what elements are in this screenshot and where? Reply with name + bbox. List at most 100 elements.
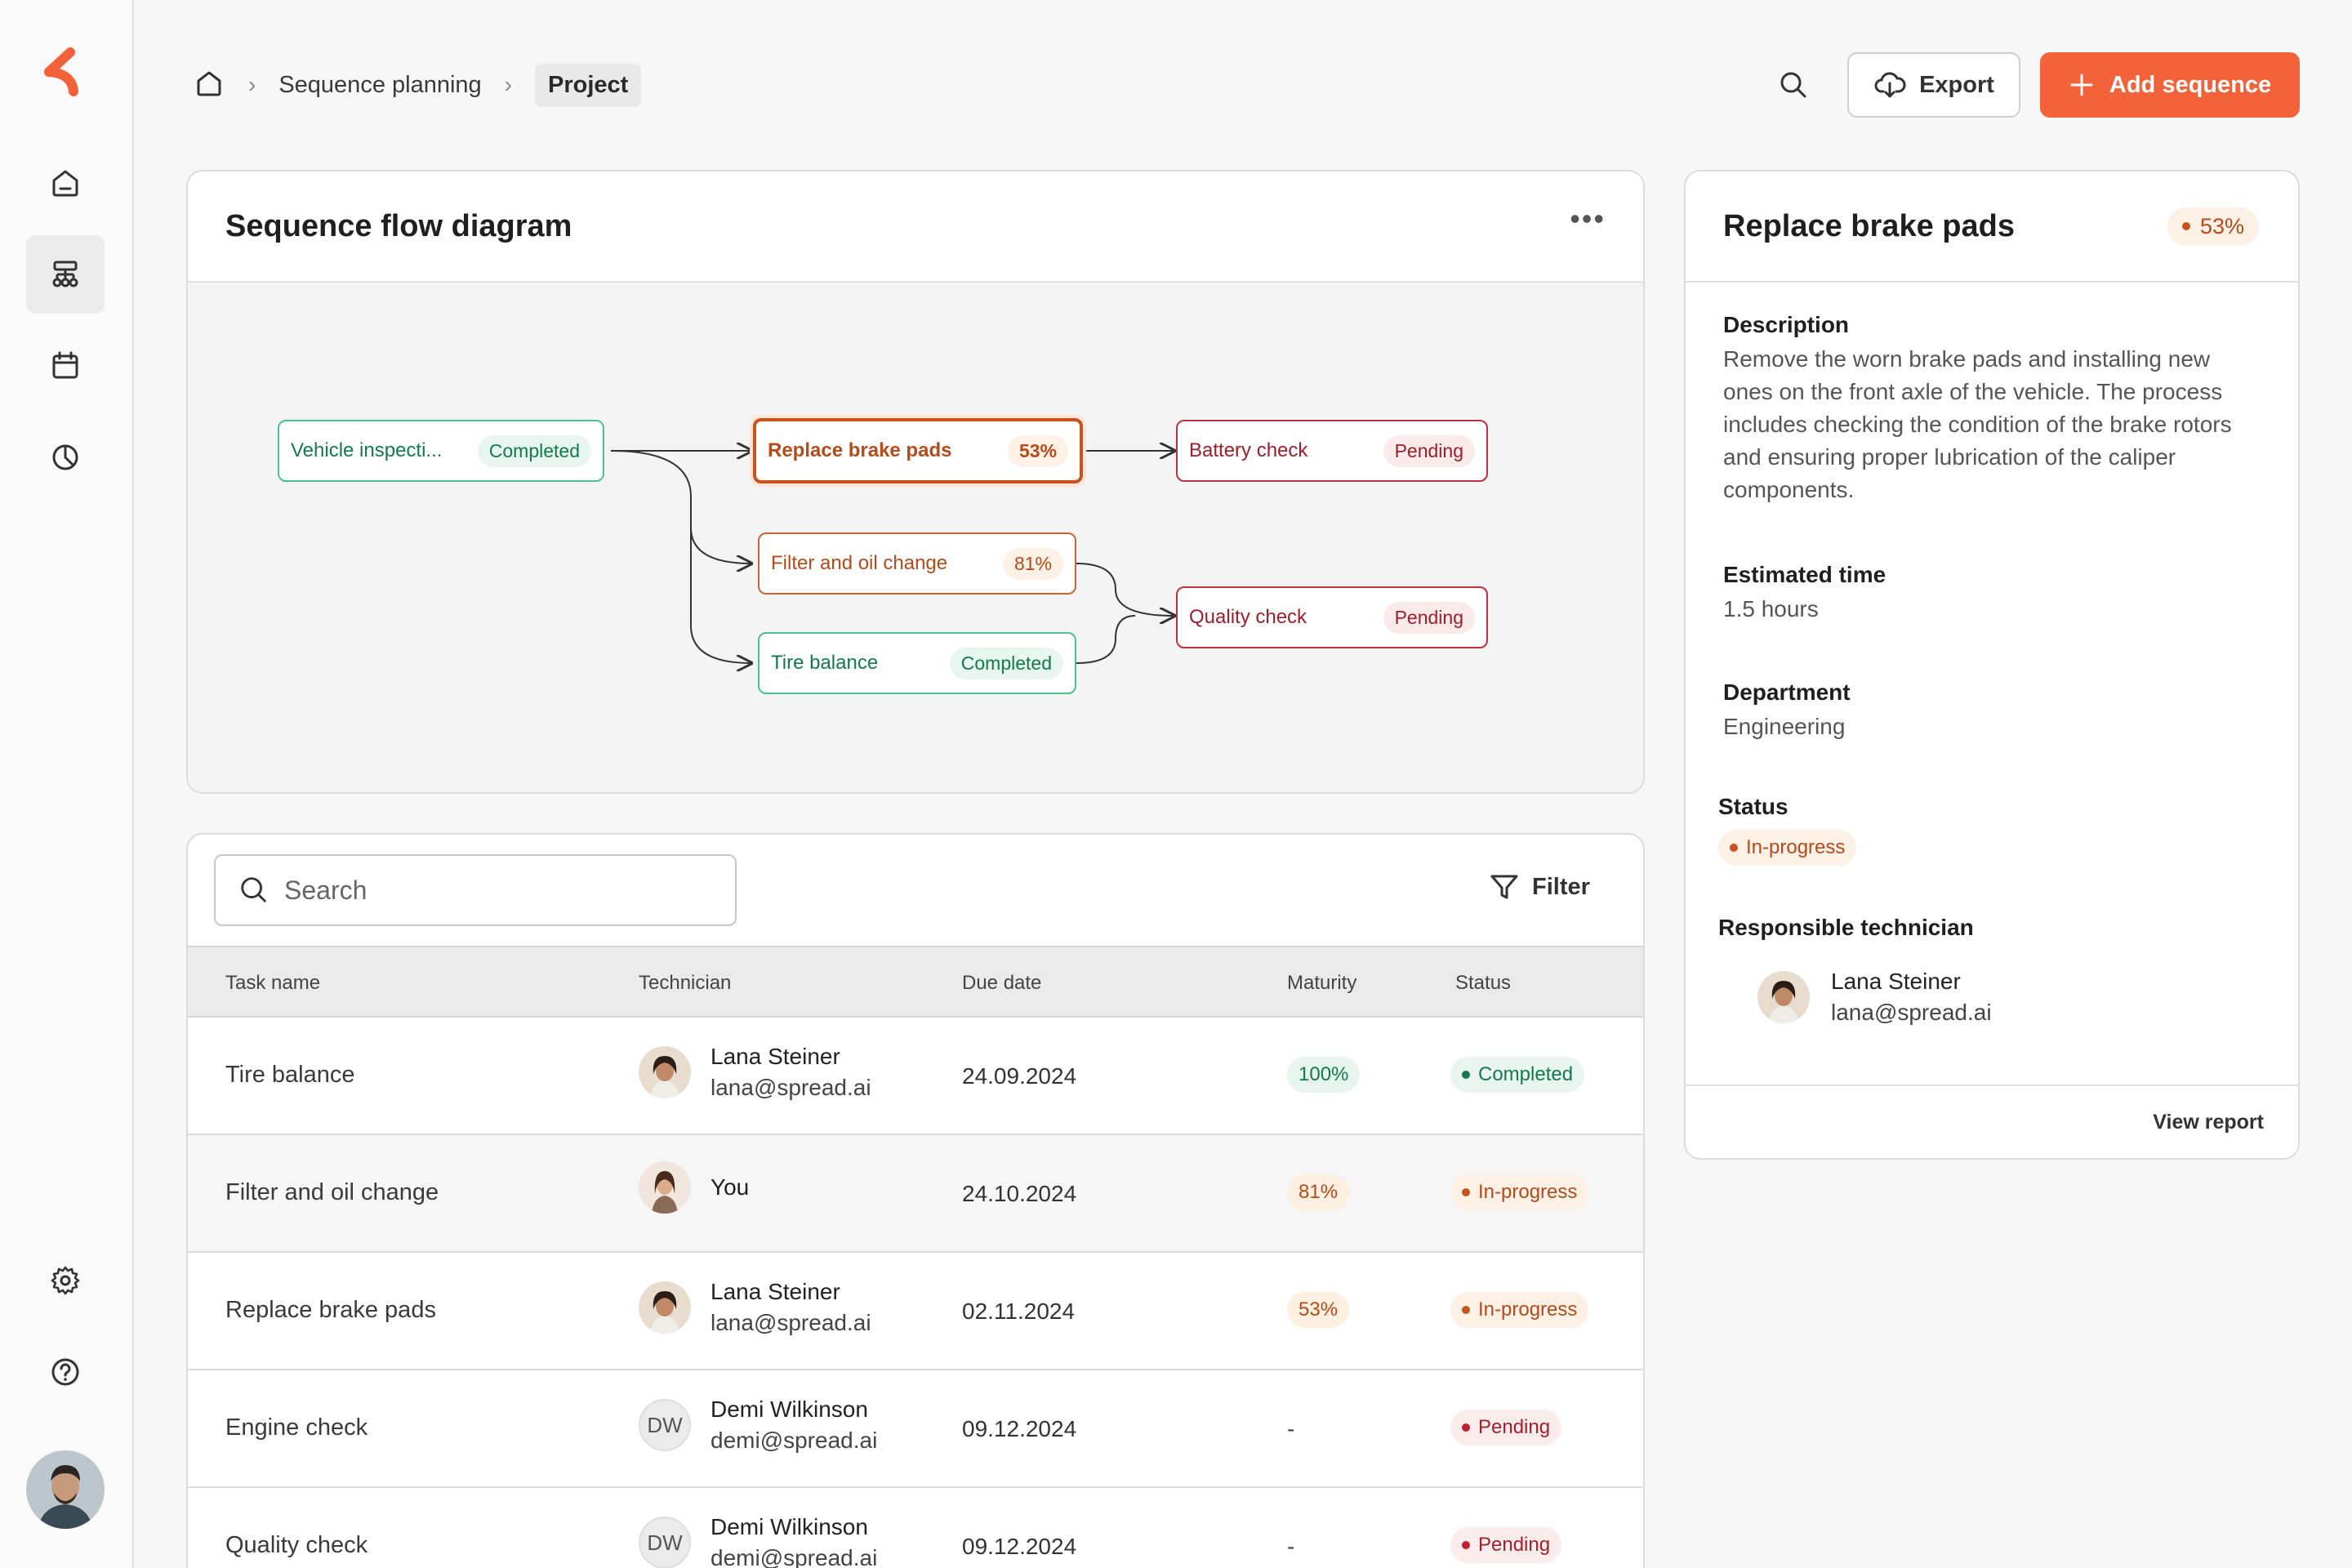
task-name: Quality check: [225, 1532, 368, 1558]
search-placeholder: Search: [284, 875, 368, 905]
flow-node-quality-check[interactable]: Quality check Pending: [1176, 586, 1488, 648]
flow-node-label: Vehicle inspecti...: [291, 439, 443, 461]
flow-diagram-card: Sequence flow diagram ••• Vehicle inspec…: [186, 170, 1645, 794]
flow-node-status: Completed: [477, 434, 591, 467]
home-icon: [197, 71, 221, 96]
maturity-cell: -: [1287, 1527, 1294, 1560]
flow-node-status: Completed: [949, 647, 1063, 679]
status-text: Completed: [1478, 1063, 1574, 1085]
nav-help[interactable]: [26, 1333, 105, 1411]
maturity-badge: 81%: [1287, 1174, 1350, 1210]
header-search-button[interactable]: [1774, 65, 1813, 105]
technician-cell: DW Demi Wilkinson demi@spread.ai: [639, 1396, 877, 1454]
search-input[interactable]: Search: [214, 854, 737, 926]
table-row[interactable]: Tire balance Lana Steiner lana@spread.ai …: [188, 1018, 1643, 1135]
breadcrumb-current[interactable]: Project: [534, 63, 642, 107]
nav-sequences[interactable]: [26, 235, 105, 314]
task-name: Tire balance: [225, 1062, 355, 1088]
nav-home[interactable]: [26, 144, 105, 222]
due-date: 09.12.2024: [962, 1416, 1077, 1441]
flow-node-label: Quality check: [1189, 606, 1307, 628]
status-badge: In-progress: [1450, 1174, 1589, 1210]
flow-canvas: Vehicle inspecti... Completed Replace br…: [188, 283, 1643, 792]
task-name: Filter and oil change: [225, 1179, 439, 1205]
maturity-cell: 100%: [1287, 1057, 1361, 1093]
filter-button[interactable]: Filter: [1488, 871, 1590, 903]
flow-node-filter-oil[interactable]: Filter and oil change 81%: [758, 532, 1076, 595]
tech-name: Demi Wilkinson: [710, 1396, 868, 1422]
col-status[interactable]: Status: [1455, 972, 1511, 995]
flow-card-title: Sequence flow diagram: [225, 208, 572, 243]
maturity-cell: 53%: [1287, 1292, 1350, 1328]
tech-email: lana@spread.ai: [710, 1075, 871, 1100]
maturity-cell: -: [1287, 1410, 1294, 1442]
col-technician[interactable]: Technician: [639, 972, 731, 995]
filter-icon: [1490, 875, 1518, 899]
hierarchy-icon: [52, 261, 78, 287]
status-cell: In-progress: [1450, 1174, 1589, 1210]
avatar-initials: DW: [639, 1399, 691, 1451]
flow-node-status: 81%: [1002, 547, 1063, 580]
status-badge: In-progress: [1450, 1292, 1589, 1328]
tech-name: You: [710, 1174, 750, 1200]
user-avatar[interactable]: [26, 1450, 105, 1529]
task-table-card: Search Filter Task name Technician Due d…: [186, 833, 1645, 1568]
maturity-badge: 100%: [1287, 1057, 1361, 1093]
technician-cell: DW Demi Wilkinson demi@spread.ai: [639, 1514, 877, 1568]
due-date: 02.11.2024: [962, 1298, 1076, 1324]
export-button[interactable]: Export: [1847, 52, 2020, 118]
flow-node-label: Battery check: [1189, 439, 1308, 461]
maturity-badge: 53%: [1287, 1292, 1350, 1328]
search-icon: [1780, 72, 1806, 98]
detail-title: Replace brake pads: [1723, 208, 2015, 243]
description-text: Remove the worn brake pads and installin…: [1723, 346, 2232, 502]
breadcrumb-home[interactable]: [193, 67, 225, 104]
export-label: Export: [1919, 71, 1994, 98]
plus-icon: [2070, 74, 2093, 96]
col-due-date[interactable]: Due date: [962, 972, 1041, 995]
add-sequence-label: Add sequence: [2109, 71, 2272, 98]
flow-node-tire-balance[interactable]: Tire balance Completed: [758, 632, 1076, 694]
col-maturity[interactable]: Maturity: [1287, 972, 1356, 995]
table-row[interactable]: Quality check DW Demi Wilkinson demi@spre…: [188, 1488, 1643, 1568]
view-report-link[interactable]: View report: [2153, 1111, 2264, 1134]
estimated-time-value: 1.5 hours: [1723, 596, 1819, 621]
due-date: 24.10.2024: [962, 1181, 1077, 1206]
flow-node-battery-check[interactable]: Battery check Pending: [1176, 420, 1488, 482]
flow-node-status: Pending: [1383, 434, 1475, 467]
table-row[interactable]: Replace brake pads Lana Steiner lana@spre…: [188, 1253, 1643, 1370]
flow-card-header: Sequence flow diagram •••: [188, 172, 1643, 283]
tech-name: Demi Wilkinson: [710, 1514, 868, 1539]
breadcrumb: › Sequence planning › Project: [193, 62, 642, 108]
status-cell: Completed: [1450, 1057, 1585, 1093]
status-cell: In-progress: [1450, 1292, 1589, 1328]
nav-reports[interactable]: [26, 418, 105, 497]
nav-settings[interactable]: [26, 1241, 105, 1320]
status-badge: In-progress: [1718, 830, 1857, 866]
flow-node-label: Filter and oil change: [771, 552, 948, 574]
flow-node-replace-brake-pads[interactable]: Replace brake pads 53%: [753, 418, 1083, 483]
flow-node-label: Replace brake pads: [768, 439, 952, 461]
pie-chart-icon: [52, 444, 78, 470]
detail-panel: Replace brake pads 53% Description Remov…: [1684, 170, 2300, 1160]
task-name: Replace brake pads: [225, 1297, 436, 1323]
status-badge: Pending: [1450, 1410, 1562, 1446]
logo-icon[interactable]: [38, 47, 90, 106]
avatar: [639, 1281, 691, 1334]
nav-calendar[interactable]: [26, 327, 105, 405]
tech-name: Lana Steiner: [710, 1279, 840, 1304]
breadcrumb-sequence-planning[interactable]: Sequence planning: [278, 72, 481, 99]
col-task-name[interactable]: Task name: [225, 972, 320, 995]
avatar: [1757, 971, 1810, 1023]
table-row[interactable]: Engine check DW Demi Wilkinson demi@sprea…: [188, 1370, 1643, 1488]
detail-header: Replace brake pads 53%: [1686, 172, 2298, 283]
description-label: Description: [1723, 312, 1850, 337]
add-sequence-button[interactable]: Add sequence: [2040, 52, 2300, 118]
filter-label: Filter: [1532, 873, 1590, 900]
responsible-technician[interactable]: Lana Steiner lana@spread.ai: [1757, 969, 1992, 1026]
status-text: Pending: [1478, 1534, 1551, 1556]
cloud-download-icon: [1874, 72, 1906, 98]
table-row[interactable]: Filter and oil change You 24.10.2024 81%…: [188, 1135, 1643, 1253]
more-options-icon[interactable]: •••: [1570, 202, 1606, 236]
flow-node-vehicle-inspection[interactable]: Vehicle inspecti... Completed: [278, 420, 604, 482]
